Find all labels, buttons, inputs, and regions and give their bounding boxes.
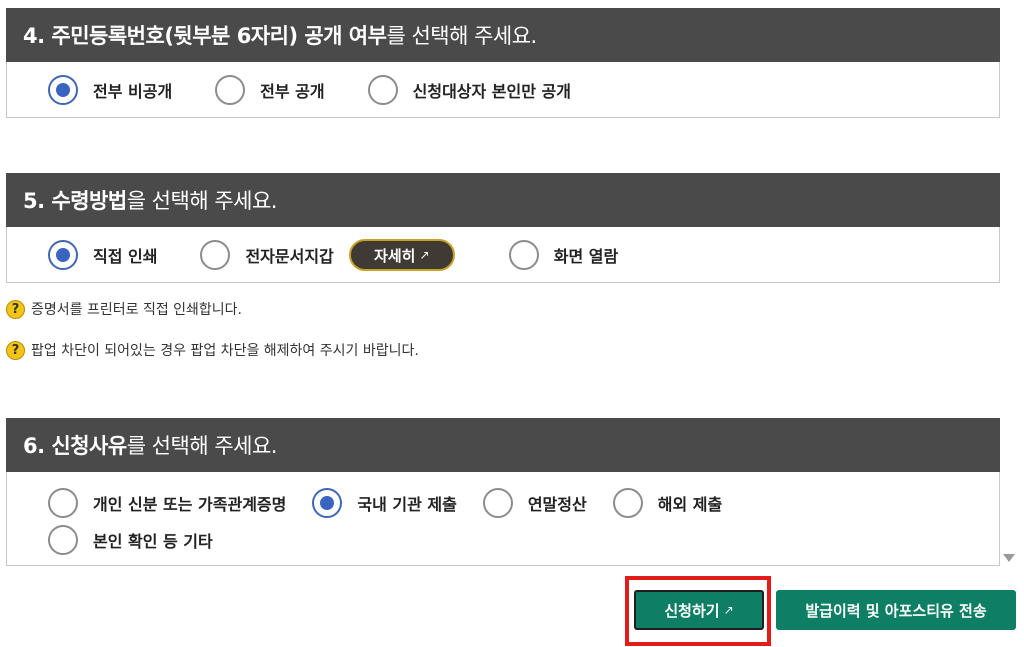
help-line-popup: ? 팝업 차단이 되어있는 경우 팝업 차단을 해제하여 주시기 바랍니다. [6, 340, 419, 360]
radio-label: 전부 비공개 [93, 82, 173, 101]
radio-circle [48, 75, 78, 105]
radio-label: 해외 제출 [657, 494, 723, 514]
radio-year-end-tax[interactable]: 연말정산 [482, 487, 587, 518]
radio-circle [508, 240, 539, 270]
question-circle-icon: ? [6, 299, 25, 319]
detail-button[interactable]: 자세히 ↗ [348, 239, 455, 271]
detail-button-label: 자세히 [374, 246, 416, 265]
radio-circle [200, 240, 231, 270]
radio-circle [48, 524, 78, 555]
section-6-title-bold: 6. 신청사유 [23, 434, 127, 458]
radio-circle [312, 487, 343, 518]
section-5-options: 직접 인쇄 전자문서지갑 자세히 ↗ 화면 열람 [6, 227, 1000, 283]
submit-button-label: 신청하기 [664, 601, 720, 620]
radio-label: 신청대상자 본인만 공개 [412, 82, 571, 101]
triangle-down-icon[interactable] [1003, 554, 1015, 562]
radio-self-only-public[interactable]: 신청대상자 본인만 공개 [367, 75, 571, 105]
section-4-header: 4. 주민등록번호(뒷부분 6자리) 공개 여부 를 선택해 주세요. [6, 8, 1000, 62]
section-6-options: 개인 신분 또는 가족관계증명 국내 기관 제출 연말정산 해외 제출 본인 확… [6, 472, 1000, 566]
radio-label: 국내 기관 제출 [357, 494, 457, 514]
radio-e-wallet[interactable]: 전자문서지갑 [200, 240, 334, 270]
section-rrn-disclosure: 4. 주민등록번호(뒷부분 6자리) 공개 여부 를 선택해 주세요. 전부 비공… [6, 8, 1000, 118]
help-line-print: ? 증명서를 프린터로 직접 인쇄합니다. [6, 299, 242, 319]
radio-label: 연말정산 [527, 494, 587, 514]
section-4-title-bold: 4. 주민등록번호(뒷부분 6자리) 공개 여부 [23, 24, 387, 48]
section-6-title-rest: 를 선택해 주세요. [126, 434, 278, 458]
radio-circle [48, 487, 78, 518]
radio-circle [367, 75, 398, 105]
radio-label: 전부 공개 [260, 82, 325, 101]
question-circle-icon: ? [6, 340, 25, 360]
section-5-title-bold: 5. 수령방법 [23, 189, 127, 213]
radio-direct-print[interactable]: 직접 인쇄 [48, 240, 157, 270]
help-text: 팝업 차단이 되어있는 경우 팝업 차단을 해제하여 주시기 바랍니다. [31, 343, 419, 359]
section-6-header: 6. 신청사유 를 선택해 주세요. [6, 418, 1000, 472]
radio-overseas-submission[interactable]: 해외 제출 [612, 487, 723, 518]
radio-identity-check-other[interactable]: 본인 확인 등 기타 [48, 524, 213, 555]
radio-label: 개인 신분 또는 가족관계증명 [93, 494, 287, 514]
radio-label: 전자문서지갑 [245, 247, 334, 266]
radio-identity-family[interactable]: 개인 신분 또는 가족관계증명 [48, 487, 287, 518]
radio-all-private[interactable]: 전부 비공개 [48, 75, 172, 105]
help-text: 증명서를 프린터로 직접 인쇄합니다. [31, 302, 242, 318]
radio-circle [48, 240, 78, 270]
radio-circle [215, 75, 246, 105]
section-5-title-rest: 을 선택해 주세요. [126, 189, 278, 213]
section-4-options: 전부 비공개 전부 공개 신청대상자 본인만 공개 [6, 62, 1000, 118]
external-link-icon: ↗ [419, 248, 430, 262]
radio-all-public[interactable]: 전부 공개 [215, 75, 325, 105]
radio-label: 본인 확인 등 기타 [93, 531, 213, 551]
submit-button[interactable]: 신청하기 ↗ [634, 590, 764, 630]
radio-label: 직접 인쇄 [93, 247, 158, 266]
history-apostille-button[interactable]: 발급이력 및 아포스티유 전송 [776, 590, 1016, 630]
radio-label: 화면 열람 [553, 247, 619, 266]
section-application-reason: 6. 신청사유 를 선택해 주세요. 개인 신분 또는 가족관계증명 국내 기관 … [6, 418, 1000, 566]
history-button-label: 발급이력 및 아포스티유 전송 [805, 601, 987, 620]
radio-screen-view[interactable]: 화면 열람 [508, 240, 619, 270]
radio-domestic-agency[interactable]: 국내 기관 제출 [312, 487, 457, 518]
external-link-icon: ↗ [723, 603, 734, 617]
section-5-header: 5. 수령방법 을 선택해 주세요. [6, 173, 1000, 227]
section-4-title-rest: 를 선택해 주세요. [386, 24, 537, 48]
radio-circle [482, 487, 513, 518]
radio-circle [612, 487, 643, 518]
section-receive-method: 5. 수령방법 을 선택해 주세요. 직접 인쇄 전자문서지갑 자세히 ↗ 화면 … [6, 173, 1000, 283]
